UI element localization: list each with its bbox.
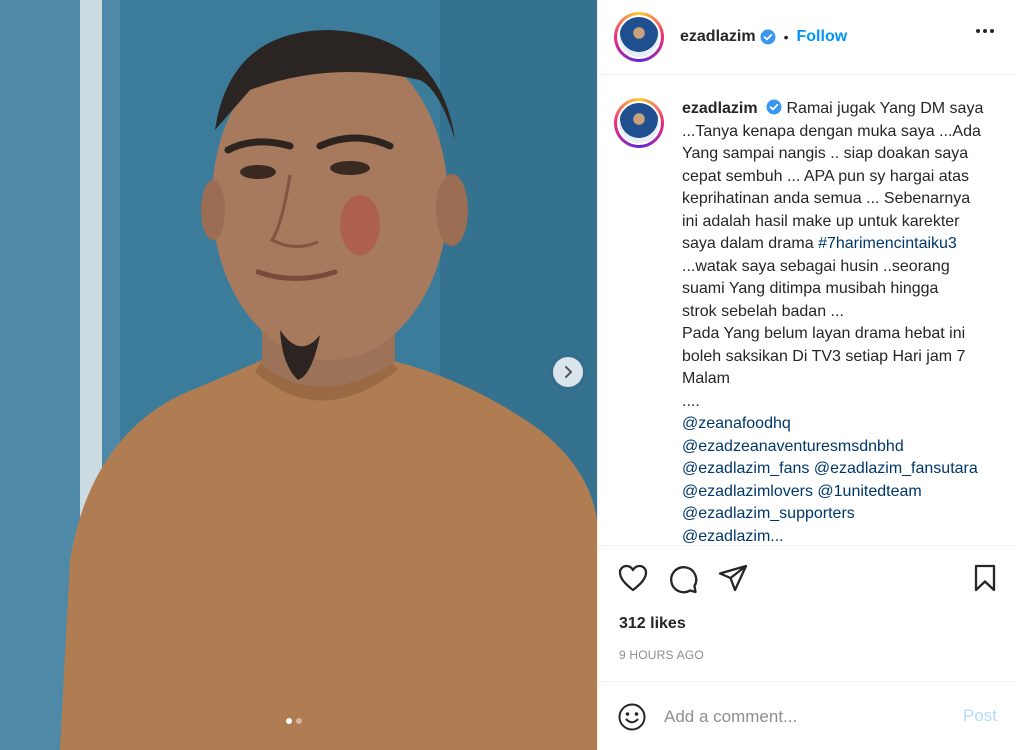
caption-line: ...Tanya kenapa dengan muka saya ...Ada <box>682 122 981 140</box>
caption-line: Pada Yang belum layan drama hebat ini <box>682 325 966 342</box>
heart-icon[interactable] <box>618 564 648 592</box>
bookmark-icon <box>974 564 996 592</box>
caption-line: strok sebelah badan ... <box>682 302 844 320</box>
more-icon[interactable] <box>975 28 995 34</box>
mention-link[interactable]: @1unitedteam <box>817 483 921 500</box>
mention-link[interactable]: @ezadlazim_fansutara <box>814 460 978 477</box>
caption-line: boleh saksikan Di TV3 setiap Hari jam 7 <box>682 347 966 365</box>
comment-icon[interactable] <box>668 564 698 594</box>
carousel-dot <box>296 718 302 724</box>
caption-line: Malam <box>682 370 731 387</box>
emoji-icon[interactable] <box>618 703 646 731</box>
carousel-indicator <box>286 718 302 724</box>
post-media[interactable] <box>0 0 597 750</box>
comment-bar: Post <box>598 681 1016 750</box>
share-icon[interactable] <box>718 564 748 592</box>
mention-link[interactable]: @ezadzeanaventuresmsdnbhd <box>682 438 904 455</box>
carousel-dot <box>286 718 292 724</box>
separator-dot: • <box>783 29 789 45</box>
caption-line: ini adalah hasil make up untuk karekter <box>682 212 960 230</box>
mention-link[interactable]: @ezadlazim... <box>682 528 784 545</box>
mention-link[interactable]: @ezadlazimlovers <box>682 483 813 500</box>
next-slide-button[interactable] <box>553 357 583 387</box>
save-button[interactable] <box>973 564 997 592</box>
verified-icon <box>760 29 776 45</box>
caption-line: Ramai jugak Yang DM saya <box>786 100 984 117</box>
follow-button[interactable]: Follow <box>797 28 848 46</box>
likes-count[interactable]: 312 likes <box>619 615 686 633</box>
post-comment-button[interactable]: Post <box>963 706 997 726</box>
post-actions: 312 likes 9 HOURS AGO Post <box>598 545 1016 750</box>
caption-line: cepat sembuh ... APA pun sy hargai atas <box>682 167 969 185</box>
mention-link[interactable]: @zeanafoodhq <box>682 415 791 432</box>
caption-section: ezadlazim Ramai jugak Yang DM saya ...Ta… <box>598 76 1016 544</box>
post-details-panel: ezadlazim • Follow ezadlazim Ramai jugak… <box>597 0 1016 750</box>
caption-username[interactable]: ezadlazim <box>682 100 758 117</box>
username-link[interactable]: ezadlazim <box>680 28 756 46</box>
post-header: ezadlazim • Follow <box>598 0 1016 75</box>
mention-link[interactable]: @ezadlazim_fans <box>682 460 809 477</box>
caption-avatar[interactable] <box>614 98 664 148</box>
comment-input[interactable] <box>664 706 934 727</box>
caption-line: suami Yang ditimpa musibah hingga <box>682 280 939 297</box>
caption-line: saya dalam drama <box>682 235 814 252</box>
next-arrow-icon <box>565 366 572 378</box>
verified-icon <box>766 99 782 115</box>
caption-line: ...watak saya sebagai husin ..seorang <box>682 257 950 275</box>
avatar[interactable] <box>614 12 664 62</box>
caption-line: .... <box>682 392 700 410</box>
action-icons <box>618 564 748 594</box>
caption-line: keprihatinan anda semua ... Sebenarnya <box>682 190 971 207</box>
post-timestamp[interactable]: 9 HOURS AGO <box>619 648 704 662</box>
caption-text: ezadlazim Ramai jugak Yang DM saya ...Ta… <box>682 98 1001 544</box>
mention-link[interactable]: @ezadlazim_supporters <box>682 505 855 522</box>
caption-line: Yang sampai nangis .. siap doakan saya <box>682 145 969 162</box>
hashtag-link[interactable]: #7harimencintaiku3 <box>818 235 957 252</box>
post-photo <box>0 0 597 750</box>
